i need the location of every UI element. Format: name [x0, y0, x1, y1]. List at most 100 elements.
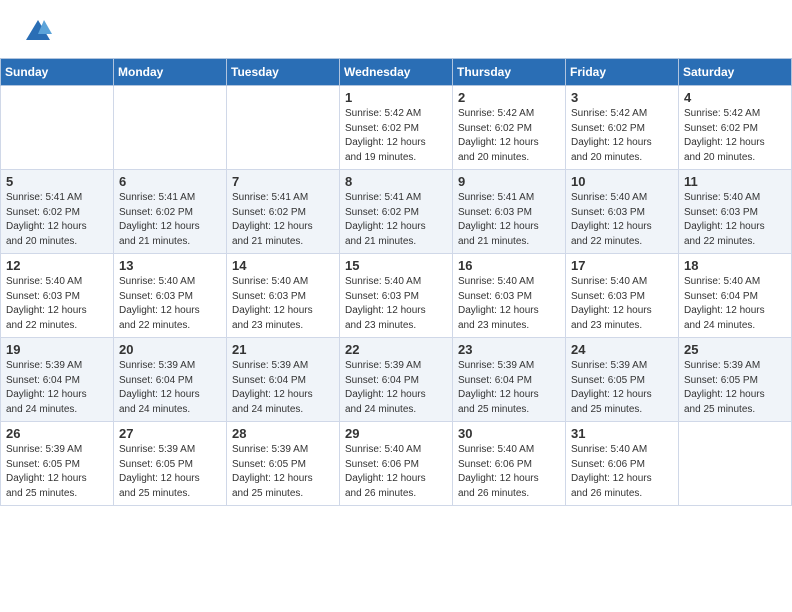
day-info: Sunrise: 5:40 AM Sunset: 6:03 PM Dayligh…	[345, 275, 447, 333]
calendar-header-saturday: Saturday	[679, 59, 792, 86]
page-header	[0, 0, 792, 48]
day-number: 10	[571, 174, 673, 189]
calendar-cell: 29 Sunrise: 5:40 AM Sunset: 6:06 PM Dayli…	[340, 422, 453, 506]
day-number: 7	[232, 174, 334, 189]
day-info: Sunrise: 5:40 AM Sunset: 6:06 PM Dayligh…	[345, 443, 447, 501]
calendar: SundayMondayTuesdayWednesdayThursdayFrid…	[0, 58, 792, 506]
day-number: 20	[119, 342, 221, 357]
day-number: 28	[232, 426, 334, 441]
day-number: 2	[458, 90, 560, 105]
calendar-cell	[227, 86, 340, 170]
calendar-cell: 15 Sunrise: 5:40 AM Sunset: 6:03 PM Dayli…	[340, 254, 453, 338]
day-info: Sunrise: 5:39 AM Sunset: 6:05 PM Dayligh…	[119, 443, 221, 501]
day-number: 9	[458, 174, 560, 189]
day-info: Sunrise: 5:40 AM Sunset: 6:06 PM Dayligh…	[458, 443, 560, 501]
calendar-cell: 16 Sunrise: 5:40 AM Sunset: 6:03 PM Dayli…	[453, 254, 566, 338]
calendar-header-row: SundayMondayTuesdayWednesdayThursdayFrid…	[1, 59, 792, 86]
day-info: Sunrise: 5:40 AM Sunset: 6:03 PM Dayligh…	[571, 275, 673, 333]
calendar-week-row: 5Sunrise: 5:41 AM Sunset: 6:02 PM Daylig…	[1, 170, 792, 254]
day-info: Sunrise: 5:41 AM Sunset: 6:02 PM Dayligh…	[345, 191, 447, 249]
day-number: 31	[571, 426, 673, 441]
calendar-cell: 10 Sunrise: 5:40 AM Sunset: 6:03 PM Dayli…	[566, 170, 679, 254]
calendar-cell: 6 Sunrise: 5:41 AM Sunset: 6:02 PM Daylig…	[114, 170, 227, 254]
day-info: Sunrise: 5:39 AM Sunset: 6:04 PM Dayligh…	[119, 359, 221, 417]
calendar-header-thursday: Thursday	[453, 59, 566, 86]
day-info: Sunrise: 5:40 AM Sunset: 6:03 PM Dayligh…	[684, 191, 786, 249]
day-info: Sunrise: 5:39 AM Sunset: 6:05 PM Dayligh…	[6, 443, 108, 501]
calendar-cell: 9 Sunrise: 5:41 AM Sunset: 6:03 PM Daylig…	[453, 170, 566, 254]
calendar-cell: 27 Sunrise: 5:39 AM Sunset: 6:05 PM Dayli…	[114, 422, 227, 506]
day-number: 27	[119, 426, 221, 441]
calendar-cell: 24Sunrise: 5:39 AM Sunset: 6:05 PM Dayli…	[566, 338, 679, 422]
calendar-cell: 2Sunrise: 5:42 AM Sunset: 6:02 PM Daylig…	[453, 86, 566, 170]
calendar-header-sunday: Sunday	[1, 59, 114, 86]
day-number: 21	[232, 342, 334, 357]
calendar-header-wednesday: Wednesday	[340, 59, 453, 86]
subtitle	[0, 48, 792, 58]
day-info: Sunrise: 5:42 AM Sunset: 6:02 PM Dayligh…	[684, 107, 786, 165]
day-info: Sunrise: 5:39 AM Sunset: 6:05 PM Dayligh…	[232, 443, 334, 501]
calendar-cell: 5Sunrise: 5:41 AM Sunset: 6:02 PM Daylig…	[1, 170, 114, 254]
calendar-cell: 23Sunrise: 5:39 AM Sunset: 6:04 PM Dayli…	[453, 338, 566, 422]
day-info: Sunrise: 5:40 AM Sunset: 6:03 PM Dayligh…	[6, 275, 108, 333]
day-number: 6	[119, 174, 221, 189]
calendar-cell: 22Sunrise: 5:39 AM Sunset: 6:04 PM Dayli…	[340, 338, 453, 422]
day-number: 17	[571, 258, 673, 273]
day-number: 15	[345, 258, 447, 273]
day-number: 19	[6, 342, 108, 357]
day-info: Sunrise: 5:39 AM Sunset: 6:04 PM Dayligh…	[232, 359, 334, 417]
day-info: Sunrise: 5:42 AM Sunset: 6:02 PM Dayligh…	[571, 107, 673, 165]
day-number: 4	[684, 90, 786, 105]
calendar-cell: 20 Sunrise: 5:39 AM Sunset: 6:04 PM Dayli…	[114, 338, 227, 422]
calendar-cell: 7 Sunrise: 5:41 AM Sunset: 6:02 PM Daylig…	[227, 170, 340, 254]
day-number: 14	[232, 258, 334, 273]
day-number: 11	[684, 174, 786, 189]
calendar-header-monday: Monday	[114, 59, 227, 86]
calendar-cell: 3Sunrise: 5:42 AM Sunset: 6:02 PM Daylig…	[566, 86, 679, 170]
calendar-cell: 31 Sunrise: 5:40 AM Sunset: 6:06 PM Dayli…	[566, 422, 679, 506]
calendar-cell: 11 Sunrise: 5:40 AM Sunset: 6:03 PM Dayli…	[679, 170, 792, 254]
day-number: 16	[458, 258, 560, 273]
day-number: 26	[6, 426, 108, 441]
day-info: Sunrise: 5:39 AM Sunset: 6:05 PM Dayligh…	[684, 359, 786, 417]
calendar-header-tuesday: Tuesday	[227, 59, 340, 86]
day-info: Sunrise: 5:41 AM Sunset: 6:03 PM Dayligh…	[458, 191, 560, 249]
calendar-cell: 14Sunrise: 5:40 AM Sunset: 6:03 PM Dayli…	[227, 254, 340, 338]
calendar-week-row: 1Sunrise: 5:42 AM Sunset: 6:02 PM Daylig…	[1, 86, 792, 170]
calendar-cell: 19Sunrise: 5:39 AM Sunset: 6:04 PM Dayli…	[1, 338, 114, 422]
day-number: 29	[345, 426, 447, 441]
day-info: Sunrise: 5:40 AM Sunset: 6:06 PM Dayligh…	[571, 443, 673, 501]
calendar-cell: 28 Sunrise: 5:39 AM Sunset: 6:05 PM Dayli…	[227, 422, 340, 506]
day-info: Sunrise: 5:40 AM Sunset: 6:03 PM Dayligh…	[119, 275, 221, 333]
day-info: Sunrise: 5:40 AM Sunset: 6:03 PM Dayligh…	[571, 191, 673, 249]
day-info: Sunrise: 5:39 AM Sunset: 6:05 PM Dayligh…	[571, 359, 673, 417]
calendar-cell: 12 Sunrise: 5:40 AM Sunset: 6:03 PM Dayli…	[1, 254, 114, 338]
day-info: Sunrise: 5:40 AM Sunset: 6:03 PM Dayligh…	[458, 275, 560, 333]
day-info: Sunrise: 5:40 AM Sunset: 6:04 PM Dayligh…	[684, 275, 786, 333]
calendar-week-row: 19 Sunrise: 5:39 AM Sunset: 6:04 PM Dayli…	[1, 338, 792, 422]
calendar-week-row: 12 Sunrise: 5:40 AM Sunset: 6:03 PM Dayli…	[1, 254, 792, 338]
calendar-cell: 4 Sunrise: 5:42 AM Sunset: 6:02 PM Daylig…	[679, 86, 792, 170]
day-info: Sunrise: 5:41 AM Sunset: 6:02 PM Dayligh…	[119, 191, 221, 249]
day-number: 30	[458, 426, 560, 441]
day-info: Sunrise: 5:41 AM Sunset: 6:02 PM Dayligh…	[6, 191, 108, 249]
day-number: 8	[345, 174, 447, 189]
day-info: Sunrise: 5:39 AM Sunset: 6:04 PM Dayligh…	[345, 359, 447, 417]
day-info: Sunrise: 5:42 AM Sunset: 6:02 PM Dayligh…	[345, 107, 447, 165]
calendar-cell: 1Sunrise: 5:42 AM Sunset: 6:02 PM Daylig…	[340, 86, 453, 170]
calendar-cell: 17 Sunrise: 5:40 AM Sunset: 6:03 PM Dayli…	[566, 254, 679, 338]
calendar-cell: 8 Sunrise: 5:41 AM Sunset: 6:02 PM Daylig…	[340, 170, 453, 254]
calendar-cell: 21 Sunrise: 5:39 AM Sunset: 6:04 PM Dayli…	[227, 338, 340, 422]
calendar-week-row: 26 Sunrise: 5:39 AM Sunset: 6:05 PM Dayli…	[1, 422, 792, 506]
calendar-cell: 13Sunrise: 5:40 AM Sunset: 6:03 PM Dayli…	[114, 254, 227, 338]
calendar-cell: 26 Sunrise: 5:39 AM Sunset: 6:05 PM Dayli…	[1, 422, 114, 506]
calendar-cell: 25Sunrise: 5:39 AM Sunset: 6:05 PM Dayli…	[679, 338, 792, 422]
day-number: 12	[6, 258, 108, 273]
day-info: Sunrise: 5:41 AM Sunset: 6:02 PM Dayligh…	[232, 191, 334, 249]
day-number: 18	[684, 258, 786, 273]
calendar-cell: 30 Sunrise: 5:40 AM Sunset: 6:06 PM Dayli…	[453, 422, 566, 506]
calendar-header-friday: Friday	[566, 59, 679, 86]
calendar-cell	[679, 422, 792, 506]
logo	[24, 18, 56, 42]
calendar-cell: 18 Sunrise: 5:40 AM Sunset: 6:04 PM Dayli…	[679, 254, 792, 338]
